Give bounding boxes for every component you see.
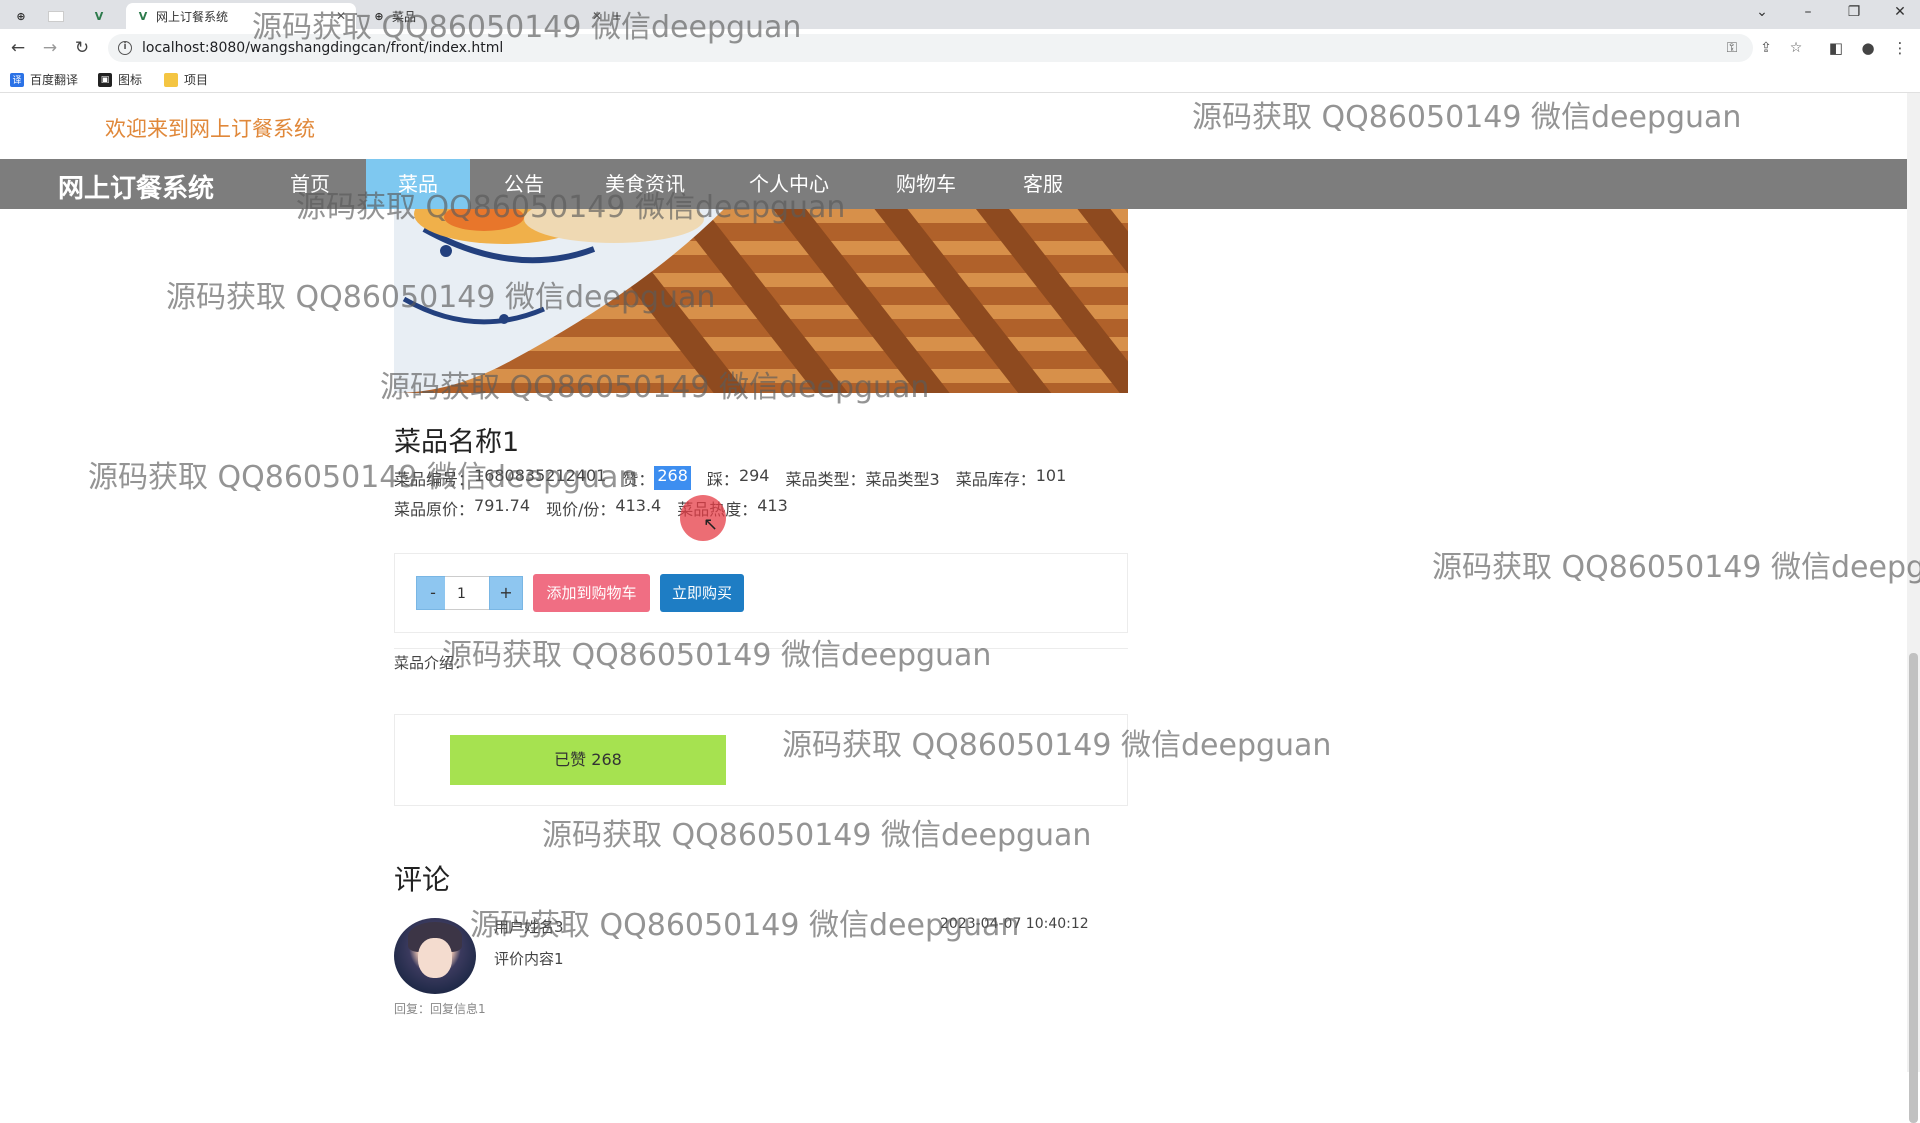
bookmark-label: 项目: [184, 73, 209, 87]
close-icon[interactable]: ✕: [592, 9, 602, 23]
side-panel-icon[interactable]: ◧: [1826, 38, 1846, 58]
browser-tab[interactable]: ⊕ 菜品 ✕: [372, 3, 602, 29]
page-scrollbar[interactable]: [1907, 93, 1920, 1123]
profile-icon[interactable]: ●: [1858, 38, 1878, 58]
nav-dishes[interactable]: 菜品: [366, 159, 470, 209]
like-panel: 已赞 268: [394, 714, 1128, 806]
blank-page-icon: [48, 10, 64, 22]
comment-reply: 回复：回复信息1: [394, 1002, 486, 1016]
nav-home[interactable]: 首页: [264, 159, 356, 209]
product-name: 菜品名称1: [394, 427, 520, 458]
product-intro-label: 菜品介绍：: [394, 654, 470, 672]
share-icon[interactable]: ⇪: [1756, 34, 1776, 62]
close-icon[interactable]: ✕: [336, 9, 346, 23]
nav-personal-center[interactable]: 个人中心: [730, 159, 848, 209]
minimize-button[interactable]: –: [1798, 4, 1818, 20]
key-icon[interactable]: ⚿: [1722, 34, 1742, 62]
bookmark-label: 百度翻译: [30, 73, 79, 87]
bookmark-item[interactable]: ▣ 图标: [98, 71, 142, 88]
like-value: 268: [654, 466, 691, 490]
address-toolbar: ← → ↻ i localhost:8080/wangshangdingcan/…: [0, 29, 1920, 67]
stock-label: 菜品库存：: [955, 470, 1036, 489]
quantity-increase-button[interactable]: +: [489, 576, 523, 610]
address-bar[interactable]: i localhost:8080/wangshangdingcan/front/…: [108, 34, 1802, 62]
orig-price-value: 791.74: [474, 496, 530, 515]
forward-icon[interactable]: →: [40, 38, 60, 58]
globe-icon: ⊕: [16, 9, 26, 23]
dislike-label: 踩：: [706, 470, 739, 489]
browser-tab[interactable]: [48, 3, 70, 29]
nav-cart[interactable]: 购物车: [878, 159, 974, 209]
orig-price-label: 菜品原价：: [394, 500, 475, 519]
add-to-cart-button[interactable]: 添加到购物车: [533, 574, 650, 612]
nav-notice[interactable]: 公告: [478, 159, 570, 209]
mouse-cursor-icon: ↖: [703, 514, 719, 535]
bookmark-label: 图标: [118, 73, 143, 87]
avatar: [394, 918, 476, 994]
like-label: 赞：: [622, 470, 655, 489]
site-brand[interactable]: 网上订餐系统: [58, 168, 214, 205]
product-photo: [394, 209, 1128, 393]
new-tab-button[interactable]: +: [612, 3, 622, 29]
nav-food-news[interactable]: 美食资讯: [586, 159, 704, 209]
browser-tab-active[interactable]: V 网上订餐系统 ✕: [126, 3, 356, 29]
product-image: [394, 209, 1128, 393]
watermark-text: 源码获取 QQ86050149 微信deepguan: [542, 818, 1092, 853]
liked-button[interactable]: 已赞 268: [450, 735, 726, 785]
globe-icon: ⊕: [374, 9, 384, 23]
info-icon[interactable]: i: [118, 41, 132, 55]
translate-icon: 译: [10, 72, 24, 87]
vue-icon: V: [138, 9, 148, 23]
star-icon[interactable]: ☆: [1786, 34, 1806, 62]
browser-tab-bar: ⊕ V V 网上订餐系统 ✕ ⊕ 菜品 ✕ + ⌄ – ❐ ✕: [0, 0, 1920, 29]
type-label: 菜品类型：: [785, 470, 866, 489]
back-icon[interactable]: ←: [8, 38, 28, 58]
reload-icon[interactable]: ↻: [72, 38, 92, 58]
bookmarks-bar: 译 百度翻译 ▣ 图标 项目: [0, 67, 1920, 93]
comment-timestamp: 2023-04-07 10:40:12: [940, 916, 1089, 932]
purchase-panel: - 1 + 添加到购物车 立即购买: [394, 553, 1128, 633]
vue-icon: V: [94, 9, 104, 23]
main-navbar: 网上订餐系统 首页 菜品 公告 美食资讯 个人中心 购物车 客服: [0, 159, 1920, 209]
buy-now-button[interactable]: 立即购买: [660, 574, 744, 612]
watermark-text: 源码获取 QQ86050149 微信deepguan: [442, 638, 992, 673]
price-label: 现价/份：: [546, 500, 616, 519]
dislike-value: 294: [738, 466, 770, 485]
code-label: 菜品编号：: [394, 470, 475, 489]
stock-value: 101: [1035, 466, 1067, 485]
watermark-text: 源码获取 QQ86050149 微信deepguan: [1192, 100, 1742, 135]
bookmark-item[interactable]: 译 百度翻译: [10, 71, 78, 88]
bookmark-item[interactable]: 项目: [164, 71, 208, 88]
chevron-down-icon[interactable]: ⌄: [1752, 4, 1772, 20]
type-value: 菜品类型3: [865, 470, 940, 489]
tab-title: 网上订餐系统: [156, 9, 229, 24]
comment-username: 用户姓名3: [494, 918, 564, 936]
watermark-text: 源码获取 QQ86050149 微信deepguan: [1432, 550, 1920, 585]
url-text[interactable]: localhost:8080/wangshangdingcan/front/in…: [142, 40, 503, 56]
heat-value: 413: [757, 496, 788, 515]
comment-content: 评价内容1: [494, 950, 564, 968]
close-window-button[interactable]: ✕: [1890, 4, 1910, 20]
section-divider: [394, 648, 1128, 649]
avatar-face: [418, 938, 452, 978]
welcome-text: 欢迎来到网上订餐系统: [105, 117, 315, 141]
comments-heading: 评论: [394, 863, 451, 896]
plus-icon: +: [612, 9, 623, 23]
price-value: 413.4: [615, 496, 662, 515]
code-value: 1680835212401: [474, 466, 607, 485]
scrollbar-thumb[interactable]: [1909, 653, 1918, 1123]
nav-service[interactable]: 客服: [1002, 159, 1084, 209]
image-icon: ▣: [98, 72, 112, 87]
quantity-input[interactable]: 1: [445, 576, 489, 610]
browser-tab[interactable]: V: [92, 3, 112, 29]
product-info-row-1: 菜品编号： 1680835212401 赞： 268 踩： 294 菜品类型： …: [394, 466, 1066, 490]
browser-tab[interactable]: ⊕: [14, 3, 34, 29]
menu-icon[interactable]: ⋮: [1890, 38, 1910, 58]
restore-button[interactable]: ❐: [1844, 4, 1864, 20]
folder-icon: [164, 72, 178, 87]
product-info-row-2: 菜品原价： 791.74 现价/份： 413.4 菜品热度： 413: [394, 496, 788, 520]
tab-title: 菜品: [392, 9, 417, 24]
